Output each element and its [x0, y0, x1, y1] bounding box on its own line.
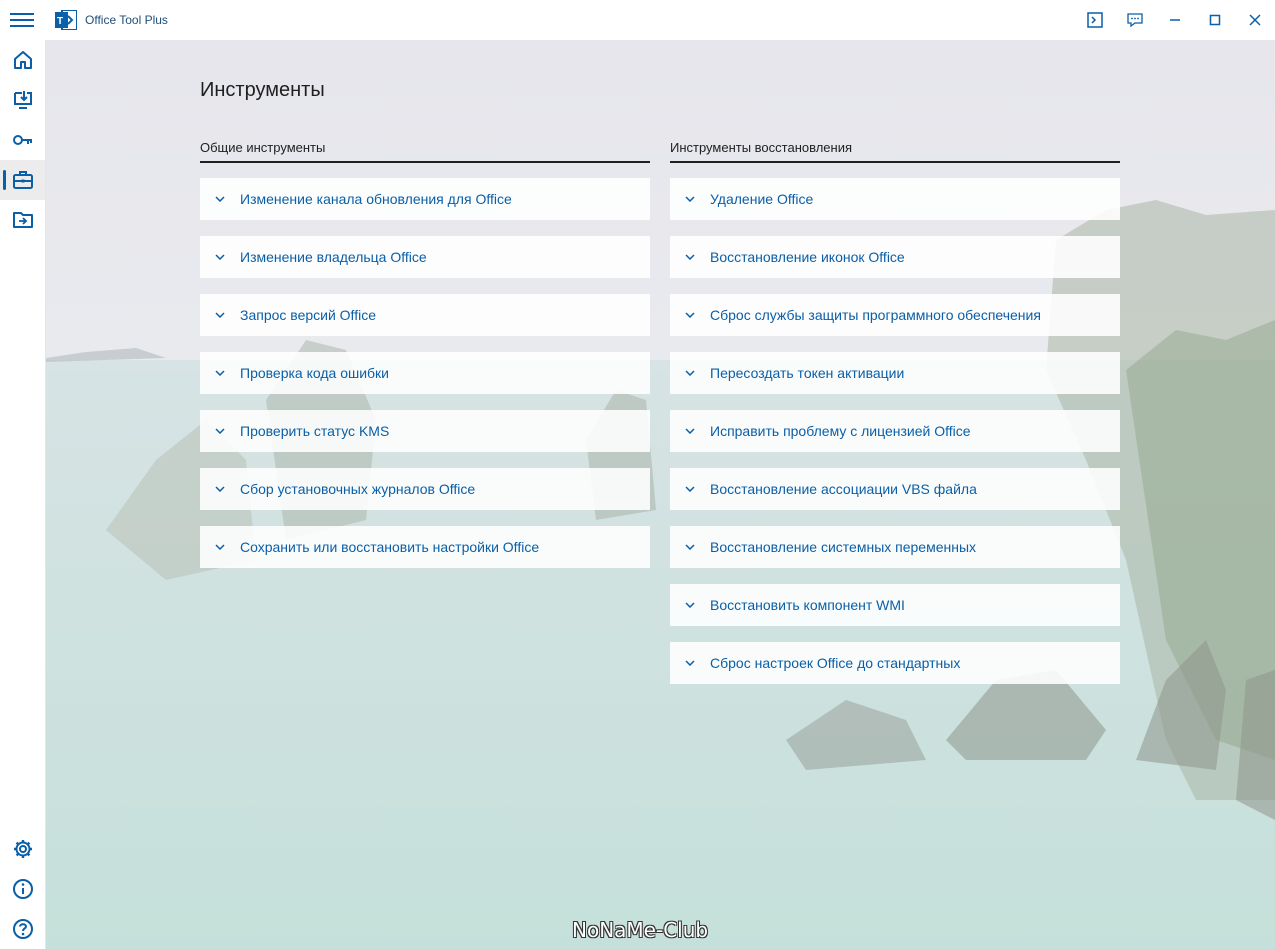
- maximize-icon[interactable]: [1195, 0, 1235, 40]
- expander-label: Восстановить компонент WMI: [710, 597, 905, 613]
- section-header-repair: Инструменты восстановления: [670, 140, 1120, 163]
- console-icon[interactable]: [1075, 0, 1115, 40]
- chevron-down-icon: [200, 428, 240, 434]
- expander-check-error-code[interactable]: Проверка кода ошибки: [200, 352, 650, 394]
- expander-label: Проверка кода ошибки: [240, 365, 390, 381]
- expander-backup-restore-settings[interactable]: Сохранить или восстановить настройки Off…: [200, 526, 650, 568]
- chevron-down-icon: [200, 312, 240, 318]
- expander-fix-license-issue[interactable]: Исправить проблему с лицензией Office: [670, 410, 1120, 452]
- chevron-down-icon: [670, 486, 710, 492]
- chevron-down-icon: [670, 544, 710, 550]
- sidebar-item-activation[interactable]: [0, 120, 45, 160]
- minimize-icon[interactable]: [1155, 0, 1195, 40]
- expander-label: Сбор установочных журналов Office: [240, 481, 476, 497]
- expander-label: Исправить проблему с лицензией Office: [710, 423, 971, 439]
- expander-restore-wmi[interactable]: Восстановить компонент WMI: [670, 584, 1120, 626]
- expander-reset-sppsvc[interactable]: Сброс службы защиты программного обеспеч…: [670, 294, 1120, 336]
- sidebar-item-deploy[interactable]: [0, 80, 45, 120]
- chevron-down-icon: [670, 660, 710, 666]
- expander-label: Восстановление иконок Office: [710, 249, 905, 265]
- expander-restore-icons[interactable]: Восстановление иконок Office: [670, 236, 1120, 278]
- expander-change-update-channel[interactable]: Изменение канала обновления для Office: [200, 178, 650, 220]
- expander-restore-vbs-association[interactable]: Восстановление ассоциации VBS файла: [670, 468, 1120, 510]
- chevron-down-icon: [670, 370, 710, 376]
- sidebar-item-settings[interactable]: [0, 829, 45, 869]
- watermark-text: NoNaMe-Club: [572, 918, 709, 942]
- help-icon: [12, 919, 33, 939]
- deploy-icon: [13, 91, 32, 109]
- sidebar-item-home[interactable]: [0, 40, 45, 80]
- expander-query-versions[interactable]: Запрос версий Office: [200, 294, 650, 336]
- expander-restore-system-variables[interactable]: Восстановление системных переменных: [670, 526, 1120, 568]
- sidebar-item-convert[interactable]: [0, 200, 45, 240]
- hamburger-menu-icon[interactable]: [10, 9, 34, 31]
- expander-reset-office-settings[interactable]: Сброс настроек Office до стандартных: [670, 642, 1120, 684]
- expander-label: Сброс настроек Office до стандартных: [710, 655, 961, 671]
- title-bar: T Office Tool Plus: [0, 0, 1275, 40]
- app-title: Office Tool Plus: [85, 13, 168, 27]
- expander-collect-install-logs[interactable]: Сбор установочных журналов Office: [200, 468, 650, 510]
- expander-label: Проверить статус KMS: [240, 423, 390, 439]
- expander-rebuild-activation-token[interactable]: Пересоздать токен активации: [670, 352, 1120, 394]
- expander-label: Восстановление системных переменных: [710, 539, 977, 555]
- about-icon: [12, 879, 33, 899]
- chevron-down-icon: [670, 428, 710, 434]
- expander-label: Запрос версий Office: [240, 307, 376, 323]
- home-icon: [13, 51, 32, 69]
- chevron-down-icon: [200, 486, 240, 492]
- page-title: Инструменты: [200, 79, 325, 101]
- chevron-down-icon: [670, 254, 710, 260]
- activation-icon: [12, 135, 32, 145]
- sidebar-item-toolbox[interactable]: [0, 160, 45, 200]
- sidebar: [0, 40, 46, 949]
- chevron-down-icon: [670, 196, 710, 202]
- expander-label: Восстановление ассоциации VBS файла: [710, 481, 977, 497]
- convert-icon: [12, 212, 33, 228]
- feedback-icon[interactable]: [1115, 0, 1155, 40]
- chevron-down-icon: [200, 196, 240, 202]
- expander-label: Сохранить или восстановить настройки Off…: [240, 539, 540, 555]
- expander-label: Удаление Office: [710, 191, 814, 207]
- expander-change-owner[interactable]: Изменение владельца Office: [200, 236, 650, 278]
- settings-icon: [13, 840, 32, 858]
- close-icon[interactable]: [1235, 0, 1275, 40]
- expander-remove-office[interactable]: Удаление Office: [670, 178, 1120, 220]
- chevron-down-icon: [670, 312, 710, 318]
- section-header-general: Общие инструменты: [200, 140, 650, 163]
- toolbox-icon: [12, 171, 33, 189]
- svg-text:T: T: [57, 16, 63, 27]
- expander-label: Сброс службы защиты программного обеспеч…: [710, 307, 1041, 323]
- sidebar-item-help[interactable]: [0, 909, 45, 949]
- expander-label: Пересоздать токен активации: [710, 365, 905, 381]
- chevron-down-icon: [200, 544, 240, 550]
- chevron-down-icon: [670, 602, 710, 608]
- sidebar-item-about[interactable]: [0, 869, 45, 909]
- app-logo-icon: T: [55, 9, 78, 31]
- chevron-down-icon: [200, 254, 240, 260]
- expander-label: Изменение владельца Office: [240, 249, 427, 265]
- chevron-down-icon: [200, 370, 240, 376]
- expander-check-kms-status[interactable]: Проверить статус KMS: [200, 410, 650, 452]
- expander-label: Изменение канала обновления для Office: [240, 191, 512, 207]
